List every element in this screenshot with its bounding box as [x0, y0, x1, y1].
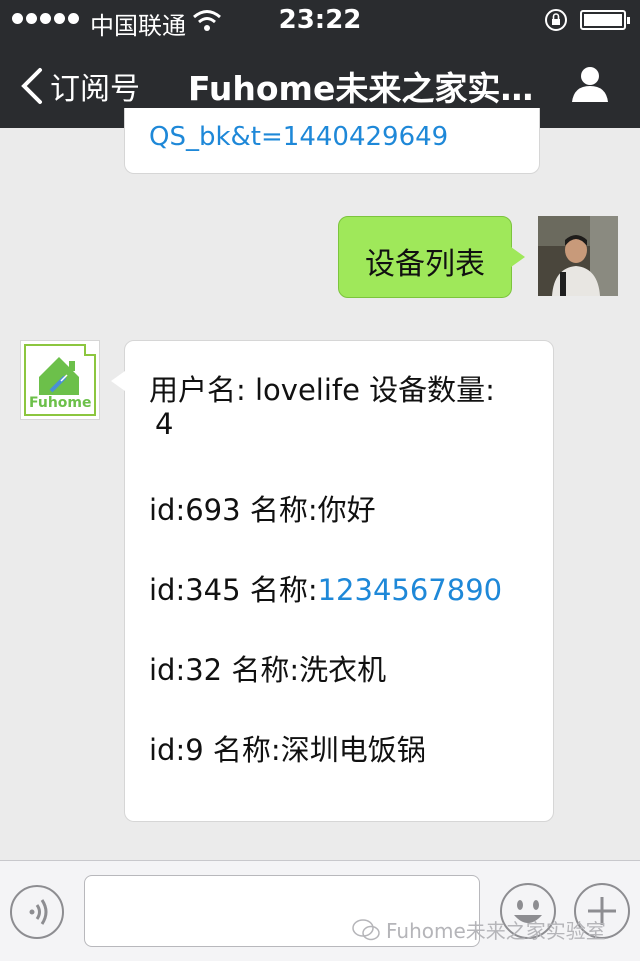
- profile-icon[interactable]: [570, 64, 610, 104]
- device-name: 你好: [317, 493, 376, 527]
- user-photo: [538, 216, 618, 296]
- user-avatar[interactable]: [538, 216, 618, 296]
- sent-message-bubble[interactable]: 设备列表: [338, 216, 525, 298]
- device-item: id:693 名称:你好: [149, 487, 376, 529]
- device-id: id:9: [149, 733, 204, 767]
- device-id: id:345: [149, 573, 241, 607]
- watermark: Fuhome未来之家实验室: [352, 915, 606, 944]
- voice-icon: [29, 899, 48, 925]
- device-name-label: 名称:: [231, 653, 300, 687]
- message-link[interactable]: QS_bk&t=1440429649: [149, 122, 448, 152]
- watermark-text: Fuhome未来之家实验室: [386, 919, 606, 943]
- device-count: 4: [155, 407, 174, 441]
- wechat-icon: [352, 918, 380, 940]
- device-id: id:32: [149, 653, 223, 687]
- device-item: id:9 名称:深圳电饭锅: [149, 727, 426, 769]
- device-item: id:32 名称:洗衣机: [149, 647, 386, 689]
- device-item: id:345 名称:1234567890: [149, 567, 502, 609]
- device-name-label: 名称:: [212, 733, 281, 767]
- device-name-phone-link[interactable]: 1234567890: [318, 573, 503, 607]
- page-title: Fuhome未来之家实…: [188, 69, 534, 108]
- battery-icon: [580, 10, 630, 30]
- device-name-label: 名称:: [249, 573, 318, 607]
- back-button[interactable]: 订阅号: [18, 64, 140, 108]
- official-account-avatar[interactable]: Fuhome: [20, 340, 100, 420]
- device-name-label: 名称:: [249, 493, 318, 527]
- device-list-header: 用户名: lovelife 设备数量:: [149, 373, 495, 407]
- device-name: 洗衣机: [299, 653, 387, 687]
- input-toolbar: Fuhome未来之家实验室: [0, 860, 640, 961]
- svg-text:Fuhome: Fuhome: [29, 395, 92, 411]
- chevron-left-icon: [21, 68, 42, 104]
- device-list-message[interactable]: 用户名: lovelife 设备数量: 4 id:693 名称:你好 id:34…: [111, 340, 554, 822]
- fuhome-logo: Fuhome: [24, 344, 96, 416]
- back-label: 订阅号: [50, 72, 140, 107]
- status-bar: 中国联通 23:22: [0, 0, 640, 40]
- previous-message-bubble[interactable]: QS_bk&t=1440429649: [124, 108, 540, 174]
- voice-input-button[interactable]: [10, 885, 64, 939]
- rotation-lock-icon: [545, 9, 567, 31]
- device-id: id:693: [149, 493, 241, 527]
- sent-message-text: 设备列表: [365, 247, 485, 282]
- device-name: 深圳电饭锅: [280, 733, 426, 767]
